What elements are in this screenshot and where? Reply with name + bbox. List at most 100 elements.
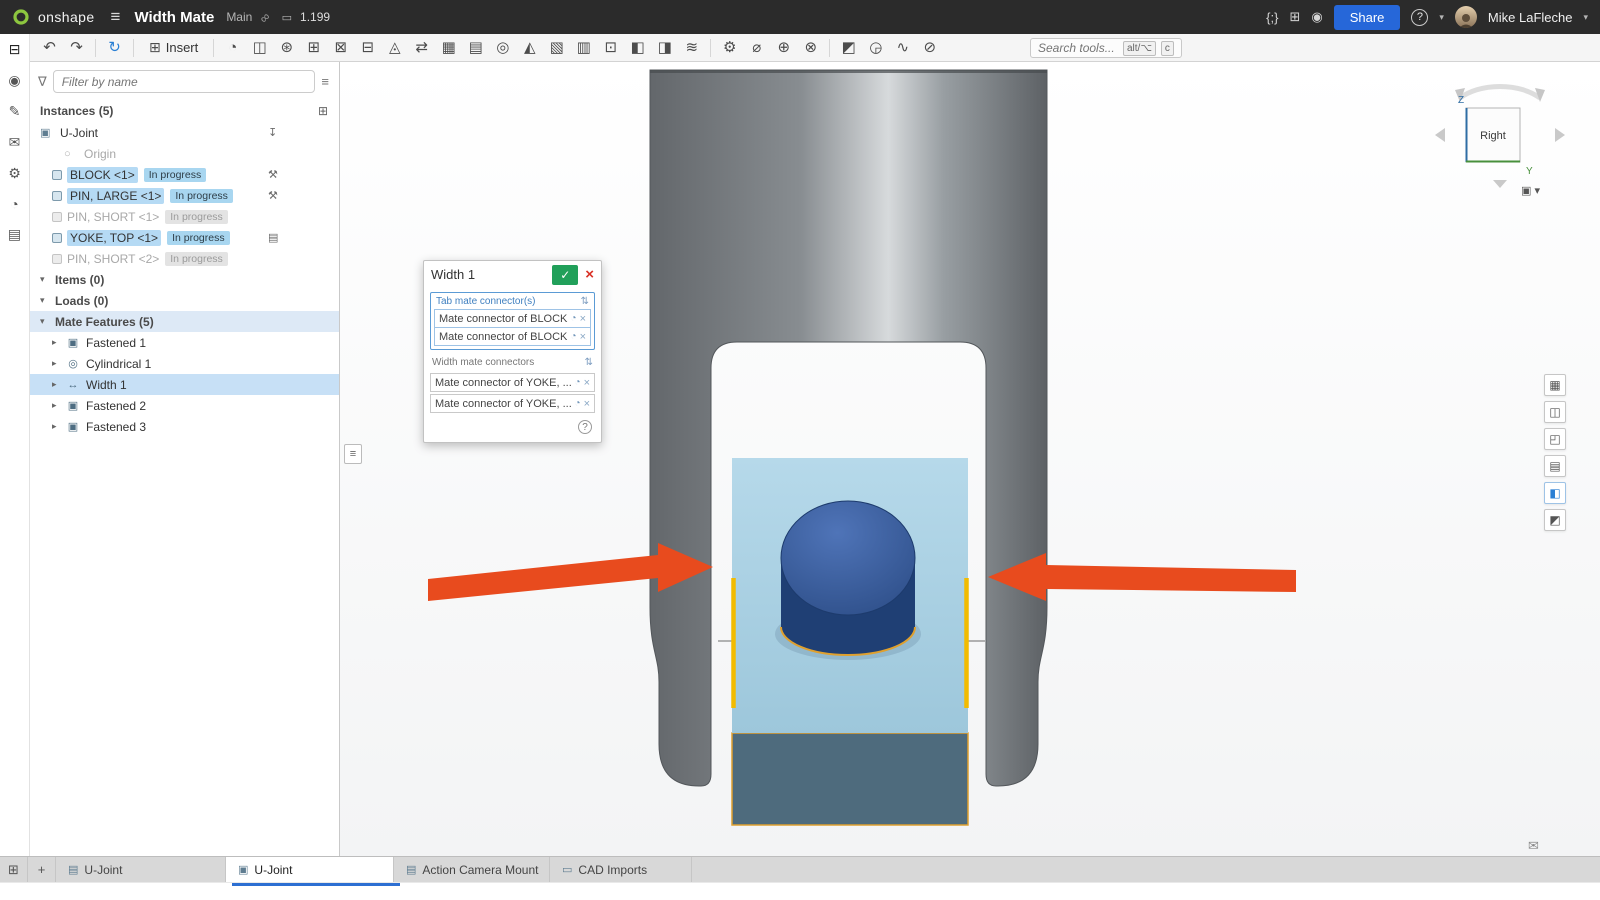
- dialog-header[interactable]: Width 1 ✓ ×: [424, 261, 601, 288]
- hole-icon[interactable]: ◶: [862, 35, 889, 61]
- appearance-icon[interactable]: ⊡: [597, 35, 624, 61]
- mate-connector-row[interactable]: Mate connector of YOKE, ... ◔ ×: [430, 394, 595, 413]
- user-name[interactable]: Mike LaFleche: [1488, 10, 1573, 25]
- configurations-icon[interactable]: ◧: [624, 35, 651, 61]
- chevron-right-icon[interactable]: ▸: [52, 379, 65, 390]
- instance-row-pin-short-2[interactable]: PIN, SHORT <2> In progress: [30, 248, 339, 269]
- loads-section-header[interactable]: ▾ Loads (0): [30, 290, 339, 311]
- wrench-icon[interactable]: ⚒: [268, 168, 278, 181]
- interference-icon[interactable]: ⊗: [797, 35, 824, 61]
- avatar[interactable]: [1455, 6, 1477, 28]
- main-menu-icon[interactable]: ≡: [111, 7, 121, 27]
- link-icon[interactable]: ∞: [256, 8, 273, 25]
- display-states-icon[interactable]: ◨: [651, 35, 678, 61]
- mate-row-fastened-3[interactable]: ▸ ▣ Fastened 3: [30, 416, 339, 437]
- chevron-right-icon[interactable]: ▸: [52, 358, 65, 369]
- instance-row-block[interactable]: BLOCK <1> In progress ⚒: [30, 164, 339, 185]
- versions-icon[interactable]: ▭: [282, 11, 292, 24]
- search-input[interactable]: [1038, 41, 1118, 55]
- instance-row-pin-short-1[interactable]: PIN, SHORT <1> In progress: [30, 206, 339, 227]
- logo-text[interactable]: onshape: [38, 9, 95, 25]
- sketch-icon[interactable]: ⊘: [916, 35, 943, 61]
- settings-panel-icon[interactable]: ⚙: [8, 165, 21, 182]
- edit-in-context-icon[interactable]: ▤: [268, 231, 278, 244]
- instance-row-pin-large[interactable]: PIN, LARGE <1> In progress ⚒: [30, 185, 339, 206]
- section-view-icon[interactable]: ◩: [835, 35, 862, 61]
- learning-center-icon[interactable]: ◉: [1311, 9, 1322, 25]
- chevron-right-icon[interactable]: ▸: [52, 400, 65, 411]
- sort-icon[interactable]: ⇅: [585, 357, 593, 368]
- mate-row-width-1[interactable]: ▸ ↔ Width 1: [30, 374, 339, 395]
- onshape-logo-icon[interactable]: [12, 8, 30, 26]
- rotate-left-chevron[interactable]: [1435, 128, 1445, 142]
- mate-connector-row[interactable]: Mate connector of BLOCK ... ◔ ×: [434, 309, 591, 328]
- filter-input[interactable]: [53, 70, 316, 93]
- custom-feature-icon[interactable]: ⚙: [716, 35, 743, 61]
- simulation-icon[interactable]: ≋: [678, 35, 705, 61]
- mate-row-fastened-2[interactable]: ▸ ▣ Fastened 2: [30, 395, 339, 416]
- slate-block-part[interactable]: [732, 733, 968, 825]
- undo-icon[interactable]: ↶: [36, 35, 63, 61]
- tab-action-camera-mount[interactable]: ▤ Action Camera Mount: [394, 857, 550, 882]
- mate-row-cylindrical-1[interactable]: ▸ ◎ Cylindrical 1: [30, 353, 339, 374]
- assembly-pattern-icon[interactable]: ▦: [435, 35, 462, 61]
- named-positions-icon[interactable]: ▧: [543, 35, 570, 61]
- workspace-label[interactable]: Main: [226, 10, 252, 24]
- remove-icon[interactable]: ×: [580, 313, 586, 325]
- chevron-down-icon[interactable]: ▾: [1583, 12, 1588, 23]
- dialog-help-icon[interactable]: ?: [578, 420, 592, 434]
- apps-icon[interactable]: ⊞: [1289, 9, 1300, 25]
- remove-icon[interactable]: ×: [580, 331, 586, 343]
- tab-u-joint-assembly[interactable]: ▣ U-Joint: [226, 857, 394, 882]
- instances-header[interactable]: Instances (5) ⊞: [30, 100, 339, 122]
- new-tab-button[interactable]: +: [28, 857, 56, 882]
- insert-instance-icon[interactable]: ⊞: [318, 104, 328, 118]
- origin-row[interactable]: ○ Origin: [30, 143, 339, 164]
- linear-relation-icon[interactable]: ⊟: [354, 35, 381, 61]
- panel-collapse-handle[interactable]: ≡: [344, 444, 362, 464]
- fastener-icon[interactable]: ∿: [889, 35, 916, 61]
- sort-icon[interactable]: ⇅: [581, 296, 589, 307]
- mass-properties-icon[interactable]: ⊕: [770, 35, 797, 61]
- circular-pattern-icon[interactable]: ◎: [489, 35, 516, 61]
- mate-connector-row[interactable]: Mate connector of YOKE, ... ◔ ×: [430, 373, 595, 392]
- list-options-icon[interactable]: ≡: [321, 74, 329, 89]
- tab-u-joint-part-studio[interactable]: ▤ U-Joint: [56, 857, 226, 882]
- snap-mode-icon[interactable]: ◬: [381, 35, 408, 61]
- sync-icon[interactable]: ↧: [268, 126, 277, 139]
- selection-tools-icon[interactable]: ◩: [1544, 509, 1566, 531]
- featurescript-icon[interactable]: {;}: [1266, 10, 1278, 25]
- bom-icon[interactable]: ▥: [570, 35, 597, 61]
- tab-manager-icon[interactable]: ⊞: [0, 857, 28, 882]
- mate-row-fastened-1[interactable]: ▸ ▣ Fastened 1: [30, 332, 339, 353]
- view-menu-icon[interactable]: ▣ ▾: [1521, 185, 1540, 197]
- measure-icon[interactable]: ⌀: [743, 35, 770, 61]
- insert-button[interactable]: ⊞ Insert: [139, 39, 208, 56]
- version-label[interactable]: 1.199: [300, 10, 330, 24]
- pin-part-top[interactable]: [781, 501, 915, 615]
- linear-pattern-icon[interactable]: ▤: [462, 35, 489, 61]
- rack-pinion-relation-icon[interactable]: ⊞: [300, 35, 327, 61]
- view-cube[interactable]: Right Z Y ▣ ▾: [1425, 70, 1575, 220]
- rotate-down-chevron[interactable]: [1493, 180, 1507, 188]
- chevron-down-icon[interactable]: ▾: [40, 295, 53, 306]
- configurations-panel-icon[interactable]: ◉: [8, 72, 20, 89]
- mate-connector-icon[interactable]: ◔: [575, 377, 581, 388]
- drawing-views-icon[interactable]: ▤: [1544, 455, 1566, 477]
- cancel-button[interactable]: ×: [585, 266, 594, 283]
- accept-button[interactable]: ✓: [552, 265, 578, 285]
- remove-icon[interactable]: ×: [584, 398, 590, 410]
- replicate-icon[interactable]: ⇄: [408, 35, 435, 61]
- notification-icon[interactable]: ✉: [1528, 838, 1539, 854]
- mate-connector-icon[interactable]: ◔: [575, 398, 581, 409]
- exploded-view-icon[interactable]: ◭: [516, 35, 543, 61]
- assembly-3d-view[interactable]: [340, 62, 1600, 856]
- items-section-header[interactable]: ▾ Items (0): [30, 269, 339, 290]
- history-panel-icon[interactable]: ◔: [10, 196, 18, 212]
- screw-relation-icon[interactable]: ⊠: [327, 35, 354, 61]
- rotate-arc[interactable]: [1460, 86, 1540, 98]
- named-views-icon[interactable]: ◰: [1544, 428, 1566, 450]
- appearance-panel-icon[interactable]: ✎: [9, 103, 21, 120]
- share-button[interactable]: Share: [1334, 5, 1401, 30]
- graphics-area[interactable]: Right Z Y ▣ ▾ ▦ ◫ ◰ ▤ ◧ ◩ ≡: [340, 62, 1600, 856]
